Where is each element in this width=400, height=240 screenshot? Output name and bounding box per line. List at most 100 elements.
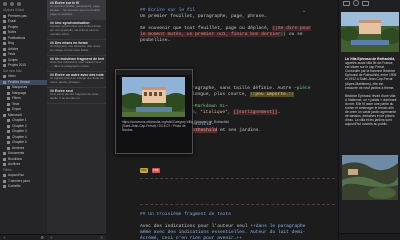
villa-photo [122,77,185,117]
group-icon [7,130,10,134]
group-icon [3,113,6,117]
text-segment: écrémé, ceci n'en rien pour avenir…++ [140,236,242,240]
text-segment: ## Un troisième fragment de texte [140,212,231,217]
group-icon [3,163,6,167]
popup-header [116,70,192,75]
library-sidebar: Ulysses iCloud Premiers pas Essai Projets No… [0,0,48,240]
group-icon [7,124,10,128]
window-controls [0,0,47,8]
editor-line: écrémé, ceci n'en rien pour avenir…++ [140,236,242,240]
minimize-window-button[interactable] [10,2,14,6]
sheet-item[interactable]: ## Écrire un autre avec des notes Le logi… [47,72,106,88]
coastline-image[interactable] [342,155,398,200]
sheet-divider [140,204,335,205]
text-segment: ~pièce [294,86,311,91]
attachment-note-text[interactable]: La Villa Ephrussi de Rothschild, appelée… [345,57,397,131]
editor-line: poubellise… [140,38,170,44]
group-icon [3,64,6,68]
group-icon [3,80,6,84]
editor-line: Un premier feuillet, paragraphe, page, p… [140,14,267,20]
text-segment: ## Écrire sur le fil [140,8,196,13]
zoom-window-button[interactable] [17,2,21,6]
image-icon[interactable] [353,0,359,6]
text-segment: ~Markdown XL~ [192,104,228,109]
text-segment: le moment mutés, un premier ouï, finira … [140,32,281,37]
text-segment: [[surlignement]] [233,110,278,115]
note-text: appelée aussi villa Île-de-France, est s… [345,61,397,90]
attachments-toolbar [339,0,400,6]
attachments-panel: La Villa Ephrussi de Rothschild, appelée… [338,0,400,240]
text-segment: ::peu importe.:: [249,92,295,97]
text-segment: Avec des indications pour l'auteur seul [140,224,251,229]
text-segment: Se souvenir que tout feuillet, page ou d… [140,26,273,31]
text-segment: et ses jardins. [217,128,262,133]
group-icon [7,91,10,95]
text-segment: poubellise… [140,38,171,43]
text-segment: longue, plus courte, [192,92,250,97]
text-segment: Un premier feuillet, paragraphe, page, p… [140,14,267,19]
sheet-list-footer: + ≡ [47,234,106,240]
group-icon [3,14,6,18]
close-window-button[interactable] [3,2,7,6]
fold-chevron-icon[interactable]: ⌄ [302,8,307,14]
library-item[interactable]: Corbeille [0,184,47,190]
group-icon [3,152,6,156]
group-icon [3,58,6,62]
editor-line: ## Un troisième fragment de texte [140,212,231,218]
sheet-item[interactable]: ## Un troisième fragment de texte Avec de… [47,56,106,72]
image-preview-popup[interactable]: https://commons.wikimedia.org/wiki/Categ… [115,69,229,154]
text-segment: ++dans le paragraphe [250,224,306,229]
sheet-list-options-icon[interactable]: ≡ [101,235,103,240]
note-paragraph: La Villa Ephrussi de Rothschild, appelée… [345,57,397,90]
sheet-divider [140,178,335,179]
sheet-excerpt: Un premier feuillet, paragraphe, page, p… [50,4,101,16]
sheet-item[interactable]: ## Écrire seul Ceci est le dernier fragme… [47,88,106,104]
group-icon [3,53,6,57]
sheet-item[interactable]: ## Écrire sur le fil Un premier feuillet,… [47,0,106,20]
text-segment: … [277,110,281,115]
attachments-footer [339,233,400,240]
sheet-item[interactable]: ## Une synchronisation Ulysses synchronis… [47,20,106,40]
group-icon [3,157,6,161]
group-icon [3,179,6,183]
library-list: Ulysses iCloud Premiers pas Essai Projets No… [0,8,47,190]
image-tag-chip[interactable]: IMG [140,168,148,173]
attachment-image[interactable] [341,12,399,52]
sheet-item[interactable]: ## Des mises en forme Un fragment, une éb… [47,40,106,56]
notes-icon[interactable] [343,0,350,6]
group-icon [3,174,6,178]
sheet-excerpt: Un fragment, une ébauche, des notes en m… [50,44,101,52]
library-item-label: Corbeille [8,184,21,188]
group-icon [7,141,10,145]
sheet-excerpt: Ceci est le dernier fragment de cette fe… [50,92,99,100]
group-icon [3,47,6,51]
settings-icon[interactable]: ⚙ [40,235,44,240]
editor-line: longue, plus courte, ::peu importe.:: [192,92,295,98]
popup-caption: https://commons.wikimedia.org/wiki/Categ… [122,120,229,132]
group-icon [7,102,10,106]
group-icon [7,135,10,139]
group-icon [3,20,6,24]
group-icon [3,25,6,29]
text-segment: ragraphe, sans taille définie. Autre [192,86,294,91]
sheet-excerpt: Avec des indications pour l'auteur seul … [50,60,102,68]
text-segment: || ou se [280,32,303,37]
sheet-excerpt: Ulysses synchronise vos écrits partout s… [50,24,102,36]
add-group-button[interactable]: + [3,235,5,240]
group-icon [7,86,10,90]
note-paragraph: Béatrice Ephrussi rêvait d'une villa à l… [345,94,397,127]
keywords-icon[interactable] [362,0,369,6]
group-icon [7,108,10,112]
group-icon [3,36,6,40]
new-sheet-button[interactable]: + [50,235,52,240]
sheet-excerpt: Le logiciel prend en charge une foule de… [50,76,104,84]
group-icon [7,146,10,150]
editor-line: s, *italique*, [[surlignement]]… [192,110,280,116]
note-text: Béatrice Ephrussi rêvait d'une villa à l… [345,93,397,127]
group-icon [3,75,6,79]
text-segment: ||Se dire pour [272,26,311,31]
image-tag-chip-2[interactable]: IMG [152,168,160,173]
sheet-list: ## Écrire sur le fil Un premier feuillet,… [47,0,107,240]
group-icon [3,185,6,189]
group-icon [7,97,10,101]
